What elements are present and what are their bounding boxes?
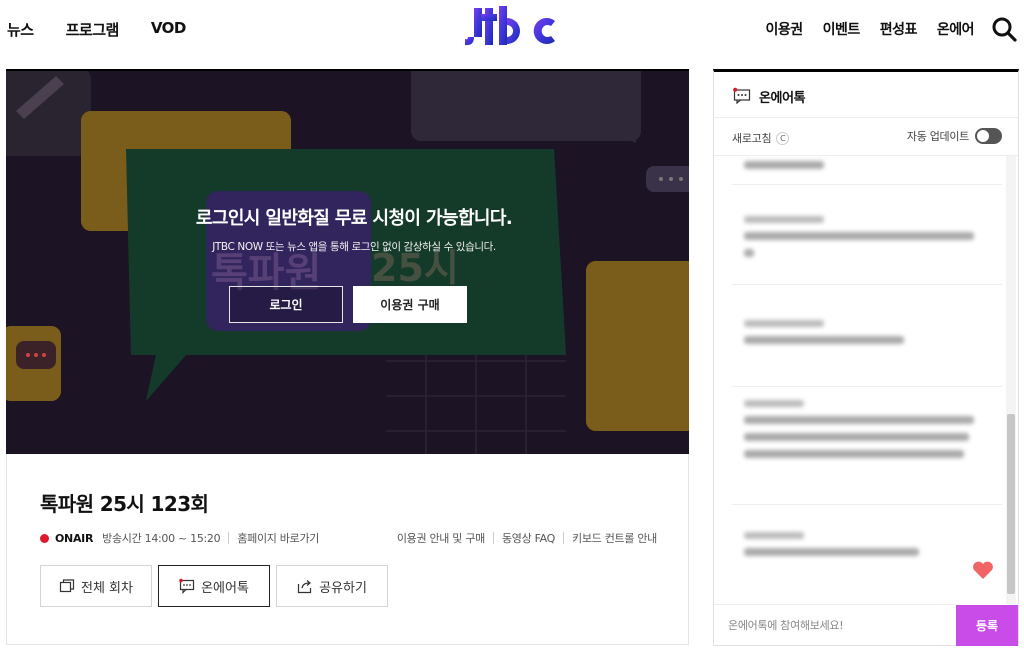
- help-links: 이용권 안내 및 구매 동영상 FAQ 키보드 컨트롤 안내: [397, 530, 657, 546]
- nav-right: 이용권 이벤트 편성표 온에어: [765, 19, 974, 39]
- refresh-button[interactable]: 새로고침 C: [732, 130, 790, 146]
- auto-update: 자동 업데이트: [907, 128, 1002, 144]
- episode-info: 톡파원 25시 123회 ONAIR 방송시간 14:00 ~ 15:20 홈페…: [6, 454, 689, 645]
- chat-scroll-thumb[interactable]: [1007, 414, 1015, 594]
- chat-title: 온에어톡: [759, 91, 806, 106]
- chat-message: [744, 400, 984, 458]
- share-button[interactable]: 공유하기: [276, 565, 388, 607]
- nav-ticket[interactable]: 이용권: [765, 19, 803, 39]
- episode-actions: 전체 회차 온에어톡 공유하기: [40, 565, 388, 607]
- share-icon: [297, 580, 312, 594]
- auto-update-toggle[interactable]: [975, 128, 1002, 144]
- onair-talk-button[interactable]: 온에어톡: [158, 565, 270, 607]
- episode-meta: ONAIR 방송시간 14:00 ~ 15:20 홈페이지 바로가기: [40, 530, 319, 546]
- nav-schedule[interactable]: 편성표: [880, 19, 918, 39]
- all-episodes-button[interactable]: 전체 회차: [40, 565, 152, 607]
- top-navigation: 뉴스 프로그램 VOD 이용권 이벤트 편성표 온에어: [0, 0, 1024, 62]
- video-faq-link[interactable]: 동영상 FAQ: [502, 530, 555, 546]
- chat-message: [744, 216, 984, 257]
- buy-ticket-button[interactable]: 이용권 구매: [353, 286, 467, 323]
- jtbc-logo[interactable]: [465, 4, 557, 48]
- episodes-icon: [59, 579, 75, 593]
- ticket-guide-link[interactable]: 이용권 안내 및 구매: [397, 530, 485, 546]
- keyboard-guide-link[interactable]: 키보드 컨트롤 안내: [572, 530, 657, 546]
- airtime: 방송시간 14:00 ~ 15:20: [102, 532, 221, 545]
- nav-programs[interactable]: 프로그램: [66, 19, 120, 40]
- nav-vod[interactable]: VOD: [151, 19, 187, 40]
- chat-icon: [733, 87, 751, 104]
- chat-message-list[interactable]: [714, 156, 1018, 604]
- login-button[interactable]: 로그인: [229, 286, 343, 323]
- nav-onair[interactable]: 온에어: [937, 19, 975, 39]
- video-player[interactable]: 톡파원 25시 로그인시 일반화질 무료 시청이 가능합니다. JTBC NOW…: [6, 69, 689, 454]
- chat-submit-button[interactable]: 등록: [956, 605, 1018, 646]
- chat-input[interactable]: 온에어톡에 참여해보세요!: [714, 604, 956, 646]
- player-background: 톡파원 25시: [6, 71, 689, 454]
- player-login-subnotice: JTBC NOW 또는 뉴스 앱을 통해 로그인 없이 감상하실 수 있습니다.: [212, 241, 496, 253]
- episode-title: 톡파원 25시 123회: [40, 492, 209, 516]
- divider: [228, 532, 230, 544]
- chat-message: [744, 320, 984, 344]
- nav-news[interactable]: 뉴스: [7, 19, 34, 40]
- heart-icon[interactable]: [972, 560, 994, 580]
- onair-talk-panel: 온에어톡 새로고침 C 자동 업데이트 온에어톡에 참여해보세요! 등록: [713, 69, 1019, 646]
- onair-badge: ONAIR: [55, 531, 94, 545]
- homepage-link[interactable]: 홈페이지 바로가기: [237, 530, 319, 546]
- refresh-icon: C: [776, 131, 790, 145]
- chat-icon: [179, 578, 195, 594]
- chat-message: [744, 532, 984, 556]
- chat-tools: 새로고침 C 자동 업데이트: [714, 118, 1018, 156]
- nav-left: 뉴스 프로그램 VOD: [7, 19, 186, 40]
- search-icon[interactable]: [991, 16, 1017, 42]
- chat-header: 온에어톡: [714, 72, 1018, 118]
- chat-message: [744, 156, 984, 169]
- player-login-notice: 로그인시 일반화질 무료 시청이 가능합니다.: [195, 208, 513, 229]
- nav-event[interactable]: 이벤트: [823, 19, 861, 39]
- onair-dot-icon: [40, 533, 49, 543]
